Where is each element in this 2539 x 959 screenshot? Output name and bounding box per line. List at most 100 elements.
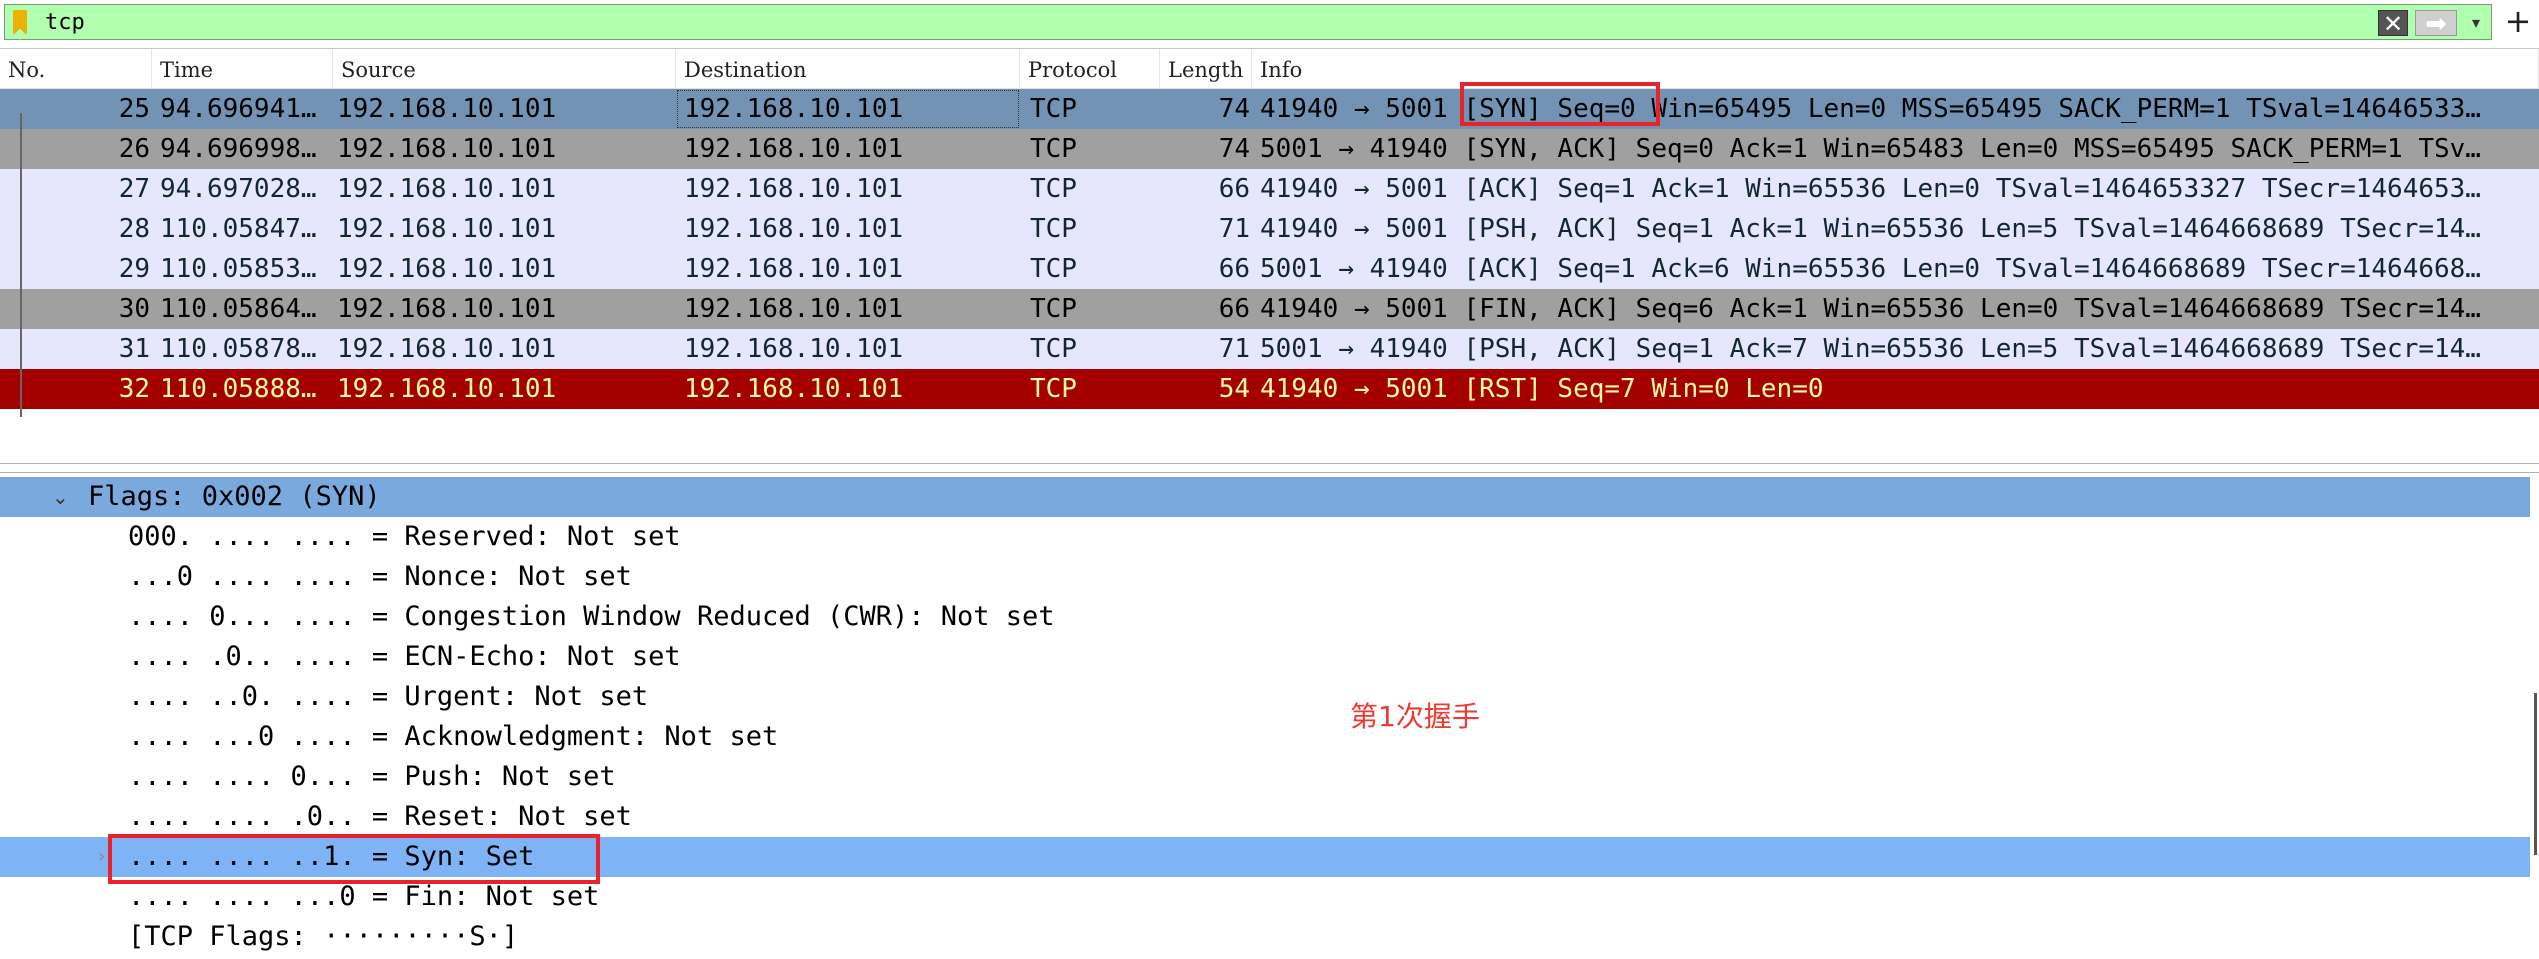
cell-source: 192.168.10.101: [337, 134, 557, 164]
cell-source: 192.168.10.101: [337, 94, 557, 124]
filter-text[interactable]: tcp: [45, 10, 85, 35]
cell-no: 27: [118, 174, 150, 204]
detail-line-push[interactable]: .... .... 0... = Push: Not set: [0, 757, 2530, 797]
detail-line-nonce[interactable]: ...0 .... .... = Nonce: Not set: [0, 557, 2530, 597]
column-header-length[interactable]: Length: [1160, 49, 1252, 89]
cell-source: 192.168.10.101: [337, 214, 557, 244]
detail-line-acknowledgment[interactable]: .... ...0 .... = Acknowledgment: Not set: [0, 717, 2530, 757]
detail-text: .... .... .0.. = Reset: Not set: [128, 801, 632, 832]
detail-text: .... 0... .... = Congestion Window Reduc…: [128, 601, 1055, 632]
packet-row[interactable]: 32 110.05888… 192.168.10.101 192.168.10.…: [0, 369, 2539, 409]
detail-line-reset[interactable]: .... .... .0.. = Reset: Not set: [0, 797, 2530, 837]
cell-destination: 192.168.10.101: [684, 134, 904, 164]
column-header-source[interactable]: Source: [333, 49, 676, 89]
cell-time: 110.05888…: [160, 374, 317, 404]
cell-length: 71: [1218, 334, 1250, 364]
chevron-down-icon[interactable]: ▾: [2463, 10, 2489, 36]
plus-icon[interactable]: +: [2500, 2, 2536, 40]
cell-destination: 192.168.10.101: [684, 174, 904, 204]
cell-length: 71: [1218, 214, 1250, 244]
packet-list-header: No. Time Source Destination Protocol Len…: [0, 49, 2539, 89]
detail-line-urgent[interactable]: .... ..0. .... = Urgent: Not set: [0, 677, 2530, 717]
display-filter-toolbar: tcp ✕ ➡ ▾ +: [0, 0, 2539, 44]
detail-text: .... .0.. .... = ECN-Echo: Not set: [128, 641, 681, 672]
cell-protocol: TCP: [1030, 254, 1077, 284]
cell-source: 192.168.10.101: [337, 334, 557, 364]
cell-destination: 192.168.10.101: [684, 334, 904, 364]
cell-time: 110.05864…: [160, 294, 317, 324]
highlight-box-syn-seq: [1460, 82, 1660, 126]
cell-destination: 192.168.10.101: [684, 254, 904, 284]
cell-length: 54: [1218, 374, 1250, 404]
cell-info: 5001 → 41940 [PSH, ACK] Seq=1 Ack=7 Win=…: [1260, 334, 2481, 364]
cell-length: 66: [1218, 294, 1250, 324]
cell-destination: 192.168.10.101: [684, 214, 904, 244]
cell-length: 74: [1218, 94, 1250, 124]
cell-protocol: TCP: [1030, 294, 1077, 324]
cell-no: 25: [118, 94, 150, 124]
detail-line-reserved[interactable]: 000. .... .... = Reserved: Not set: [0, 517, 2530, 557]
annotation-label: 第1次握手: [1350, 700, 1480, 733]
cell-source: 192.168.10.101: [337, 374, 557, 404]
detail-line-tcp-flags[interactable]: [TCP Flags: ·········S·]: [0, 917, 2530, 957]
packet-row[interactable]: 28 110.05847… 192.168.10.101 192.168.10.…: [0, 209, 2539, 249]
detail-text: [TCP Flags: ·········S·]: [128, 921, 519, 952]
packet-row[interactable]: 27 94.697028… 192.168.10.101 192.168.10.…: [0, 169, 2539, 209]
display-filter-input[interactable]: tcp ✕ ➡ ▾: [4, 4, 2492, 40]
detail-text: .... ...0 .... = Acknowledgment: Not set: [128, 721, 779, 752]
cell-protocol: TCP: [1030, 334, 1077, 364]
detail-text: 000. .... .... = Reserved: Not set: [128, 521, 681, 552]
cell-source: 192.168.10.101: [337, 294, 557, 324]
cell-time: 94.697028…: [160, 174, 317, 204]
packet-row[interactable]: 26 94.696998… 192.168.10.101 192.168.10.…: [0, 129, 2539, 169]
cell-destination: 192.168.10.101: [684, 374, 904, 404]
detail-text: .... ..0. .... = Urgent: Not set: [128, 681, 649, 712]
cell-protocol: TCP: [1030, 174, 1077, 204]
column-header-info[interactable]: Info: [1252, 49, 2539, 89]
bookmark-icon[interactable]: [13, 10, 27, 34]
conversation-bracket-line: [20, 113, 22, 417]
cell-protocol: TCP: [1030, 94, 1077, 124]
cell-destination: 192.168.10.101: [684, 294, 904, 324]
cell-protocol: TCP: [1030, 134, 1077, 164]
cell-info: 41940 → 5001 [FIN, ACK] Seq=6 Ack=1 Win=…: [1260, 294, 2481, 324]
chevron-down-icon[interactable]: ⌄: [52, 477, 69, 517]
cell-info: 5001 → 41940 [ACK] Seq=1 Ack=6 Win=65536…: [1260, 254, 2481, 284]
chevron-right-icon: ›: [98, 846, 106, 867]
cell-protocol: TCP: [1030, 214, 1077, 244]
highlight-box-syn-flag: [108, 834, 600, 884]
cell-time: 110.05853…: [160, 254, 317, 284]
column-header-protocol[interactable]: Protocol: [1020, 49, 1160, 89]
flags-header-text: Flags: 0x002 (SYN): [88, 481, 381, 512]
packet-row[interactable]: 30 110.05864… 192.168.10.101 192.168.10.…: [0, 289, 2539, 329]
packet-row[interactable]: 29 110.05853… 192.168.10.101 192.168.10.…: [0, 249, 2539, 289]
cell-source: 192.168.10.101: [337, 254, 557, 284]
column-header-no[interactable]: No.: [0, 49, 152, 89]
column-header-time[interactable]: Time: [152, 49, 333, 89]
cell-time: 94.696941…: [160, 94, 317, 124]
detail-line-ecn-echo[interactable]: .... .0.. .... = ECN-Echo: Not set: [0, 637, 2530, 677]
cell-length: 74: [1218, 134, 1250, 164]
cell-no: 30: [118, 294, 150, 324]
column-header-destination[interactable]: Destination: [676, 49, 1020, 89]
cell-info: 41940 → 5001 [SYN] Seq=0 Win=65495 Len=0…: [1260, 94, 2481, 124]
cell-info: 5001 → 41940 [SYN, ACK] Seq=0 Ack=1 Win=…: [1260, 134, 2481, 164]
cell-info: 41940 → 5001 [RST] Seq=7 Win=0 Len=0: [1260, 374, 1824, 404]
detail-line-cwr[interactable]: .... 0... .... = Congestion Window Reduc…: [0, 597, 2530, 637]
cell-time: 94.696998…: [160, 134, 317, 164]
flags-tree-header[interactable]: ⌄ Flags: 0x002 (SYN): [0, 477, 2530, 517]
details-scrollbar[interactable]: [2534, 693, 2537, 855]
arrow-right-icon[interactable]: ➡: [2415, 10, 2457, 37]
cell-no: 29: [118, 254, 150, 284]
cell-time: 110.05847…: [160, 214, 317, 244]
clear-x-icon[interactable]: ✕: [2378, 10, 2408, 37]
packet-list: No. Time Source Destination Protocol Len…: [0, 48, 2539, 464]
cell-no: 31: [118, 334, 150, 364]
cell-length: 66: [1218, 254, 1250, 284]
detail-text: ...0 .... .... = Nonce: Not set: [128, 561, 632, 592]
cell-time: 110.05878…: [160, 334, 317, 364]
packet-row[interactable]: 25 94.696941… 192.168.10.101 192.168.10.…: [0, 89, 2539, 129]
packet-row[interactable]: 31 110.05878… 192.168.10.101 192.168.10.…: [0, 329, 2539, 369]
cell-destination: 192.168.10.101: [676, 89, 1020, 129]
cell-no: 32: [118, 374, 150, 404]
